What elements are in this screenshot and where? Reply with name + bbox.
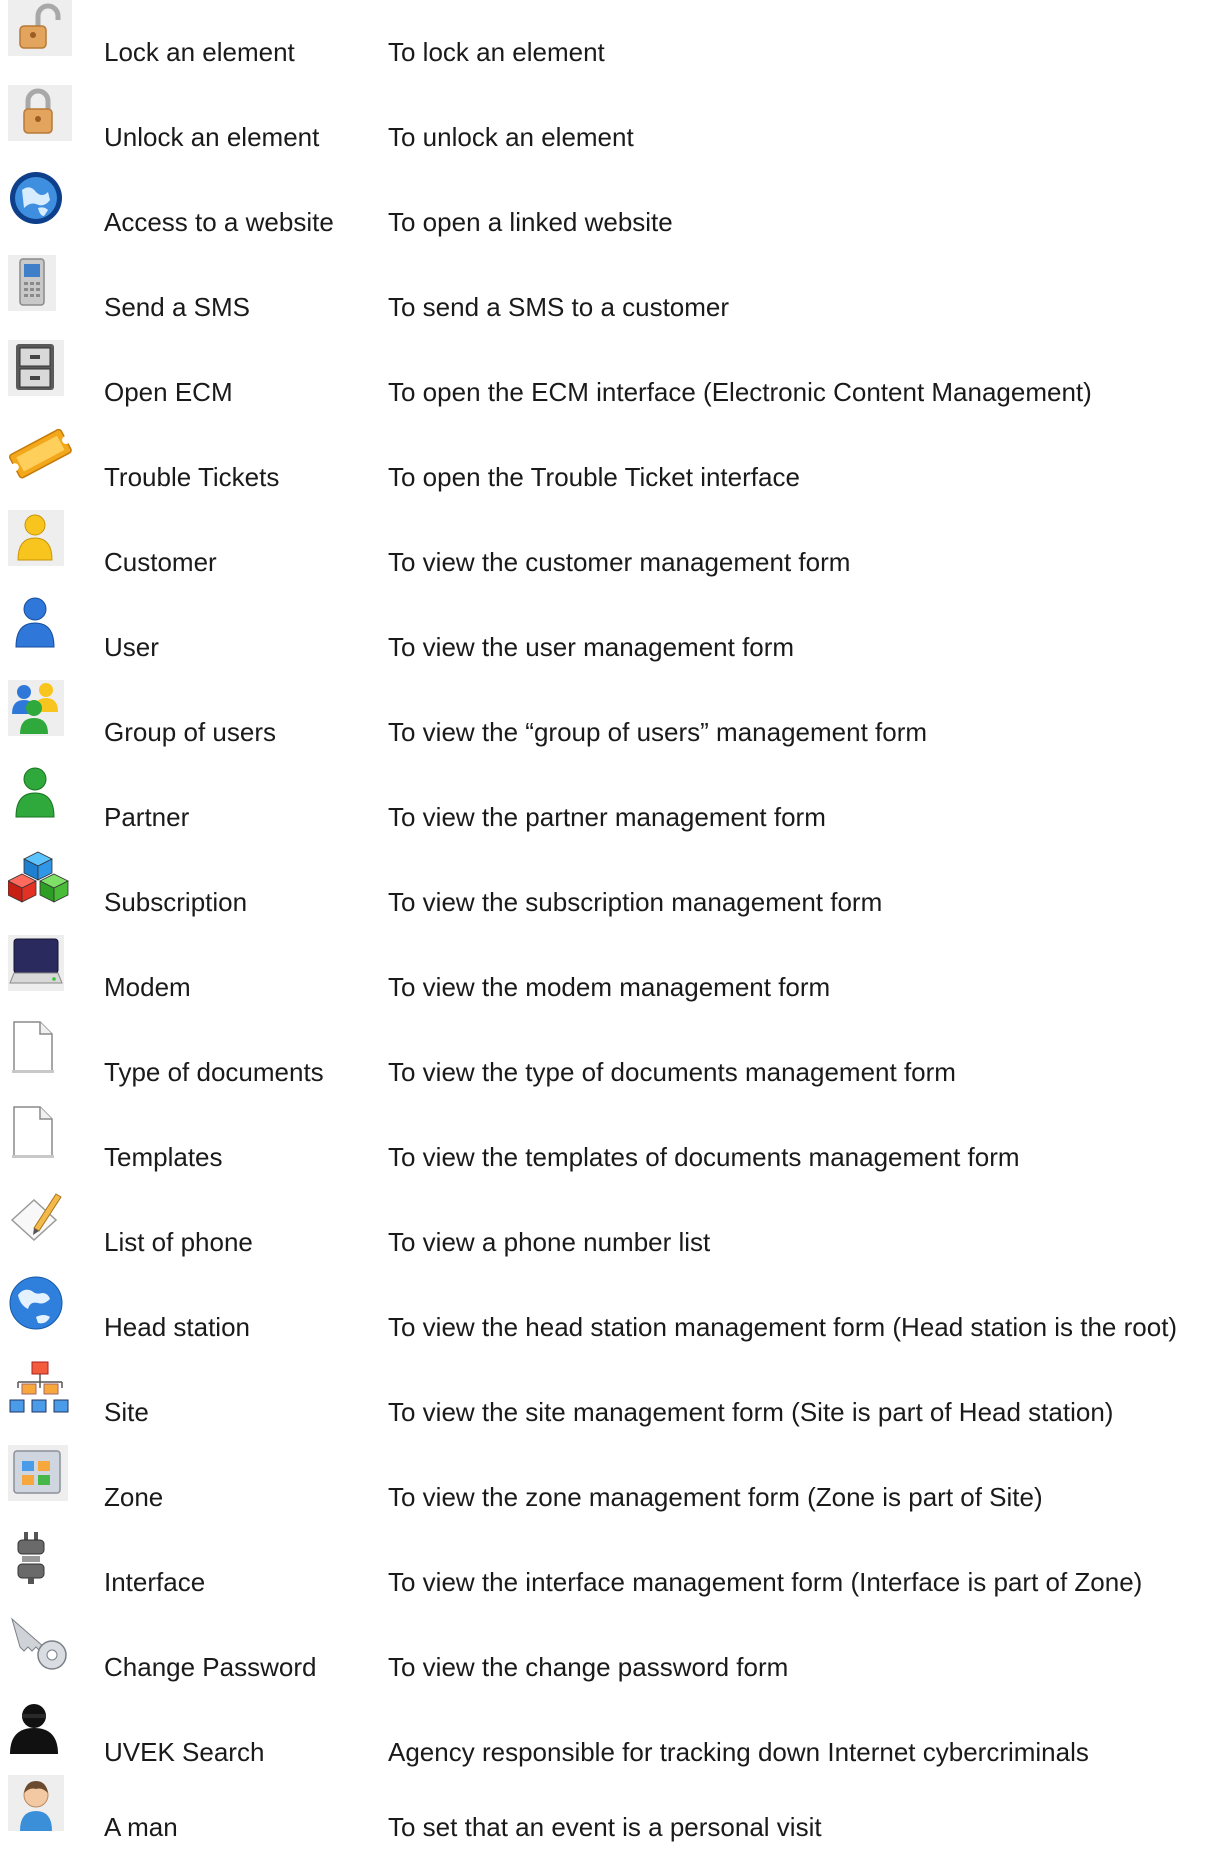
item-name: Site: [104, 1397, 149, 1427]
user-group-icon: [8, 680, 72, 736]
item-name: Partner: [104, 802, 190, 832]
item-name: Customer: [104, 547, 217, 577]
item-description: To view the partner management form: [388, 802, 826, 832]
user-yellow-icon: [8, 510, 72, 566]
list-item: Partner To view the partner management f…: [0, 765, 1228, 850]
item-name: Interface: [104, 1567, 206, 1597]
list-item: Unlock an element To unlock an element: [0, 85, 1228, 170]
globe-icon: [8, 170, 72, 226]
item-description: To view a phone number list: [388, 1227, 711, 1257]
item-description: To view the type of documents management…: [388, 1057, 956, 1087]
man-avatar-icon: [8, 1775, 72, 1831]
item-description: To view the “group of users” management …: [388, 717, 928, 747]
blank-document-icon: [8, 1020, 72, 1076]
list-item: Open ECM To open the ECM interface (Elec…: [0, 340, 1228, 425]
item-name: A man: [104, 1812, 178, 1842]
item-name: Unlock an element: [104, 122, 320, 152]
item-name: Lock an element: [104, 37, 295, 67]
modem-drive-icon: [8, 935, 72, 991]
list-item: User To view the user management form: [0, 595, 1228, 680]
item-name: Change Password: [104, 1652, 317, 1682]
item-name: UVEK Search: [104, 1737, 265, 1767]
item-name: Type of documents: [104, 1057, 324, 1087]
item-description: To view the user management form: [388, 632, 795, 662]
cubes-icon: [8, 850, 72, 906]
zone-window-icon: [8, 1445, 72, 1501]
item-name: Trouble Tickets: [104, 462, 280, 492]
list-item: Change Password To view the change passw…: [0, 1615, 1228, 1700]
list-item: Customer To view the customer management…: [0, 510, 1228, 595]
edit-pencil-icon: [8, 1190, 72, 1246]
item-name: List of phone: [104, 1227, 253, 1257]
list-item: Templates To view the templates of docum…: [0, 1105, 1228, 1190]
item-description: To set that an event is a personal visit: [388, 1812, 822, 1842]
item-name: Subscription: [104, 887, 248, 917]
item-description: To open the ECM interface (Electronic Co…: [388, 377, 1092, 407]
blank-document-icon: [8, 1105, 72, 1161]
padlock-closed-icon: [8, 85, 72, 141]
item-name: Open ECM: [104, 377, 233, 407]
list-item: Head station To view the head station ma…: [0, 1275, 1228, 1360]
item-name: Group of users: [104, 717, 276, 747]
padlock-open-icon: [8, 0, 72, 56]
item-description: To open a linked website: [388, 207, 673, 237]
list-item: Subscription To view the subscription ma…: [0, 850, 1228, 935]
list-item: Group of users To view the “group of use…: [0, 680, 1228, 765]
key-icon: [8, 1615, 72, 1671]
user-green-icon: [8, 765, 72, 821]
item-description: To view the site management form (Site i…: [388, 1397, 1114, 1427]
item-description: To view the customer management form: [388, 547, 851, 577]
list-item: List of phone To view a phone number lis…: [0, 1190, 1228, 1275]
item-name: Modem: [104, 972, 191, 1002]
list-item: Zone To view the zone management form (Z…: [0, 1445, 1228, 1530]
silhouette-icon: [8, 1700, 72, 1756]
item-name: User: [104, 632, 159, 662]
item-description: To view the interface management form (I…: [388, 1567, 1143, 1597]
list-item: UVEK Search Agency responsible for track…: [0, 1700, 1228, 1785]
item-description: To open the Trouble Ticket interface: [388, 462, 800, 492]
list-item: Send a SMS To send a SMS to a customer: [0, 255, 1228, 340]
earth-icon: [8, 1275, 72, 1331]
plug-icon: [8, 1530, 72, 1586]
item-name: Access to a website: [104, 207, 334, 237]
ticket-icon: [8, 425, 72, 481]
item-name: Send a SMS: [104, 292, 250, 322]
list-item: Trouble Tickets To open the Trouble Tick…: [0, 425, 1228, 510]
user-blue-icon: [8, 595, 72, 651]
item-description: To view the zone management form (Zone i…: [388, 1482, 1043, 1512]
item-description: To view the change password form: [388, 1652, 789, 1682]
hierarchy-icon: [8, 1360, 72, 1416]
filing-cabinet-icon: [8, 340, 72, 396]
list-item: Type of documents To view the type of do…: [0, 1020, 1228, 1105]
list-item: Modem To view the modem management form: [0, 935, 1228, 1020]
item-description: To lock an element: [388, 37, 605, 67]
item-description: To unlock an element: [388, 122, 634, 152]
item-name: Zone: [104, 1482, 164, 1512]
item-name: Head station: [104, 1312, 250, 1342]
item-description: To send a SMS to a customer: [388, 292, 730, 322]
item-description: To view the modem management form: [388, 972, 831, 1002]
list-item: Access to a website To open a linked web…: [0, 170, 1228, 255]
item-description: To view the head station management form…: [388, 1312, 1178, 1342]
list-item: Interface To view the interface manageme…: [0, 1530, 1228, 1615]
mobile-phone-icon: [8, 255, 72, 311]
list-item: Site To view the site management form (S…: [0, 1360, 1228, 1445]
item-name: Templates: [104, 1142, 223, 1172]
item-description: To view the subscription management form: [388, 887, 883, 917]
item-description: To view the templates of documents manag…: [388, 1142, 1020, 1172]
list-item: Lock an element To lock an element: [0, 0, 1228, 85]
list-item: A man To set that an event is a personal…: [0, 1775, 1228, 1860]
item-description: Agency responsible for tracking down Int…: [388, 1737, 1089, 1767]
